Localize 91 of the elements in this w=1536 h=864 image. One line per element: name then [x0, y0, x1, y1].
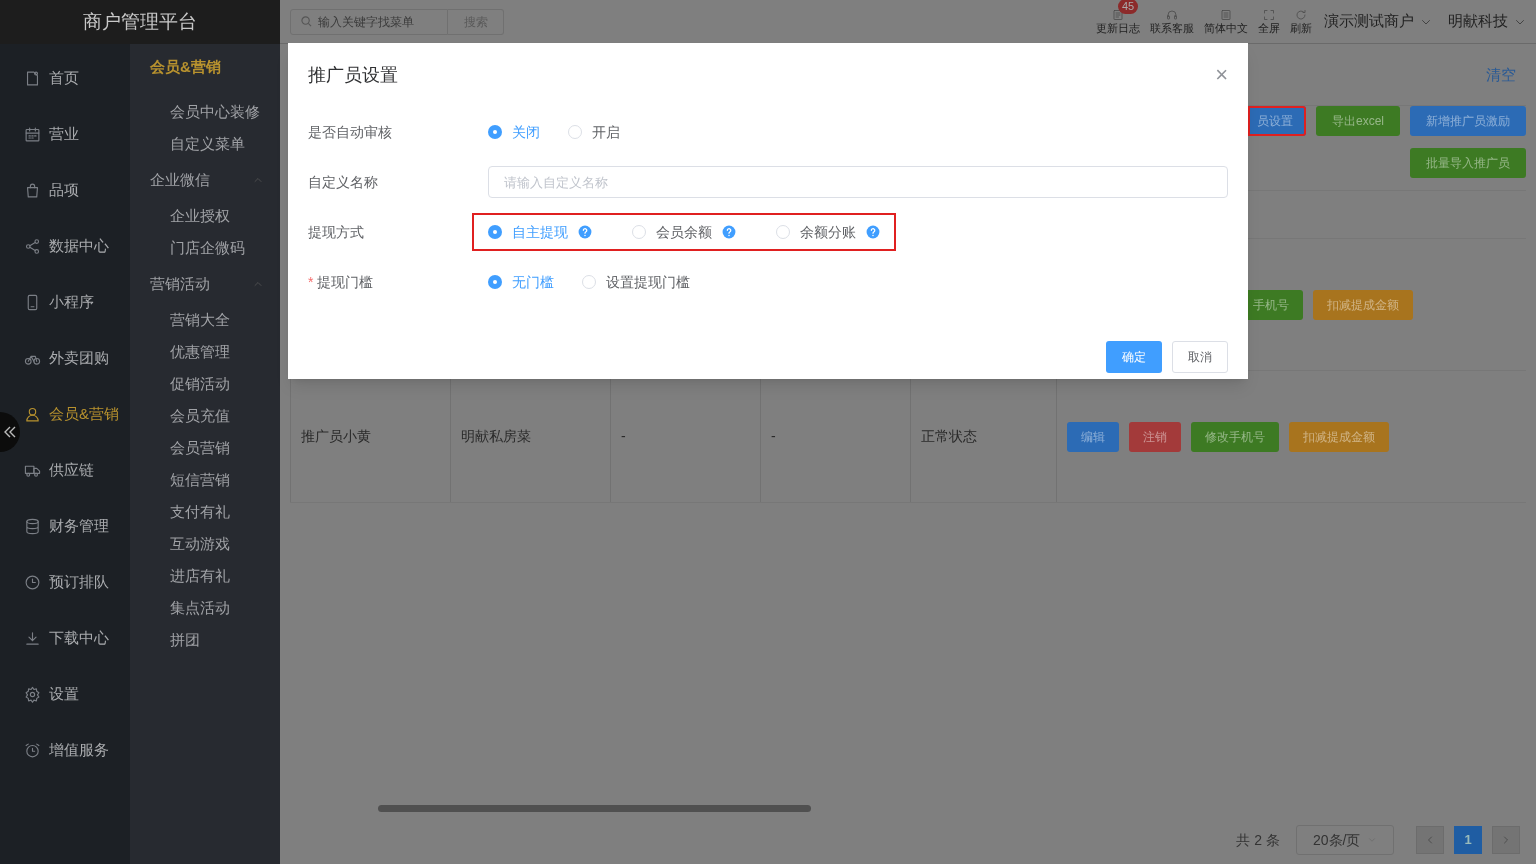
dialog-title: 推广员设置 — [308, 63, 398, 87]
table-cell-text: - — [621, 427, 626, 446]
clock-icon — [24, 573, 41, 591]
radio-option[interactable]: 自主提现 — [488, 221, 568, 243]
text-input-field[interactable]: 请输入自定义名称 — [488, 166, 1228, 198]
total-count: 共 2 条 — [1236, 830, 1280, 850]
field-label: 自定义名称 — [308, 172, 378, 192]
submenu-item[interactable]: 进店有礼 — [130, 560, 280, 592]
submenu-item[interactable]: 会员中心装修 — [130, 96, 280, 128]
account-menu[interactable]: 明献科技 — [1448, 10, 1526, 33]
submenu-item[interactable]: 优惠管理 — [130, 336, 280, 368]
submenu-item[interactable]: 会员充值 — [130, 400, 280, 432]
account-menu[interactable]: 演示测试商户 — [1324, 10, 1432, 33]
submenu-item[interactable]: 短信营销 — [130, 464, 280, 496]
share-icon — [24, 237, 41, 255]
nav-item[interactable]: 小程序 — [22, 274, 130, 330]
radio-option[interactable]: 会员余额 — [632, 221, 712, 243]
cancel-button[interactable]: 取消 — [1172, 341, 1228, 373]
radio-button[interactable] — [488, 125, 502, 139]
nav-item[interactable]: 供应链 — [22, 442, 130, 498]
nav-item[interactable]: 增值服务 — [22, 722, 130, 778]
submenu-item[interactable]: 营销大全 — [130, 304, 280, 336]
tool-link[interactable]: 更新日志 — [1096, 20, 1140, 35]
radio-option[interactable]: 余额分账 — [776, 221, 856, 243]
submenu-group[interactable]: 企业微信 — [130, 160, 280, 200]
required-mark: * — [308, 272, 314, 292]
page-button[interactable]: 1 — [1454, 826, 1482, 854]
nav-item[interactable]: 营业 — [22, 106, 130, 162]
radio-button[interactable] — [632, 225, 646, 239]
submenu-item[interactable]: 集点活动 — [130, 592, 280, 624]
field-label: 提现门槛 — [317, 272, 374, 292]
next-page-button[interactable] — [1492, 826, 1520, 854]
nav-item[interactable]: 品项 — [22, 162, 130, 218]
search-field[interactable]: 输入关键字找菜单 — [318, 12, 438, 31]
radio-button[interactable] — [582, 275, 596, 289]
nav-item[interactable]: 会员&营销 — [22, 386, 130, 442]
close-button[interactable]: × — [1215, 64, 1228, 86]
tool-link[interactable]: 刷新 — [1290, 20, 1312, 35]
tool-link[interactable]: 简体中文 — [1204, 20, 1248, 35]
scrollbar-thumb[interactable] — [378, 805, 811, 812]
submenu-item[interactable]: 自定义菜单 — [130, 128, 280, 160]
submenu-item[interactable]: 会员营销 — [130, 432, 280, 464]
table-cell-text: 明献私房菜 — [461, 427, 531, 446]
document-icon — [24, 69, 41, 87]
search-box[interactable]: 输入关键字找菜单 — [290, 8, 448, 35]
submenu-item[interactable]: 互动游戏 — [130, 528, 280, 560]
headset-icon — [1166, 8, 1178, 21]
settings-icon — [24, 685, 41, 703]
fullscreen-icon — [1263, 8, 1275, 21]
field-label: 提现方式 — [308, 222, 364, 242]
field-label: 是否自动审核 — [308, 122, 392, 142]
radio-button[interactable] — [488, 275, 502, 289]
person-icon — [24, 405, 41, 423]
calendar-icon — [24, 125, 41, 143]
previous-page-button[interactable] — [1416, 826, 1444, 854]
nav-item[interactable]: 数据中心 — [22, 218, 130, 274]
submenu-item[interactable]: 促销活动 — [130, 368, 280, 400]
nav-item[interactable]: 预订排队 — [22, 554, 130, 610]
table-cell-text: 正常状态 — [921, 427, 977, 446]
refresh-icon — [1295, 8, 1307, 21]
nav-item[interactable]: 外卖团购 — [22, 330, 130, 386]
submenu-group[interactable]: 营销活动 — [130, 264, 280, 304]
radio-button[interactable] — [488, 225, 502, 239]
nav-item[interactable]: 下载中心 — [22, 610, 130, 666]
radio-option[interactable]: 开启 — [568, 121, 620, 143]
submenu-item[interactable]: 企业授权 — [130, 200, 280, 232]
download-icon — [24, 629, 41, 647]
radio-button[interactable] — [568, 125, 582, 139]
submenu-item[interactable]: 拼团 — [130, 624, 280, 656]
nav-item[interactable]: 财务管理 — [22, 498, 130, 554]
submenu-item[interactable]: 门店企微码 — [130, 232, 280, 264]
submenu-item[interactable]: 支付有礼 — [130, 496, 280, 528]
nav-item[interactable]: 设置 — [22, 666, 130, 722]
table-cell-text: 推广员小黄 — [301, 427, 371, 446]
tool-link[interactable]: 全屏 — [1258, 20, 1280, 35]
database-icon — [24, 517, 41, 535]
tool-link[interactable]: 联系客服 — [1150, 20, 1194, 35]
alarm-clock-icon — [24, 741, 41, 759]
document-icon — [1220, 8, 1232, 21]
notification-badge: 45 — [1118, 0, 1139, 14]
search-icon — [301, 16, 312, 27]
table-cell-text: - — [771, 427, 776, 446]
bag-icon — [24, 181, 41, 199]
submenu-title: 会员&营销 — [149, 57, 222, 77]
radio-button[interactable] — [776, 225, 790, 239]
radio-option[interactable]: 设置提现门槛 — [582, 271, 690, 293]
nav-item[interactable]: 首页 — [22, 50, 130, 106]
page-size-select[interactable]: 20条/页 — [1296, 825, 1394, 855]
double-chevron-left-icon — [4, 426, 16, 438]
app-title: 商户管理平台 — [0, 0, 280, 44]
document-icon — [1112, 8, 1124, 21]
